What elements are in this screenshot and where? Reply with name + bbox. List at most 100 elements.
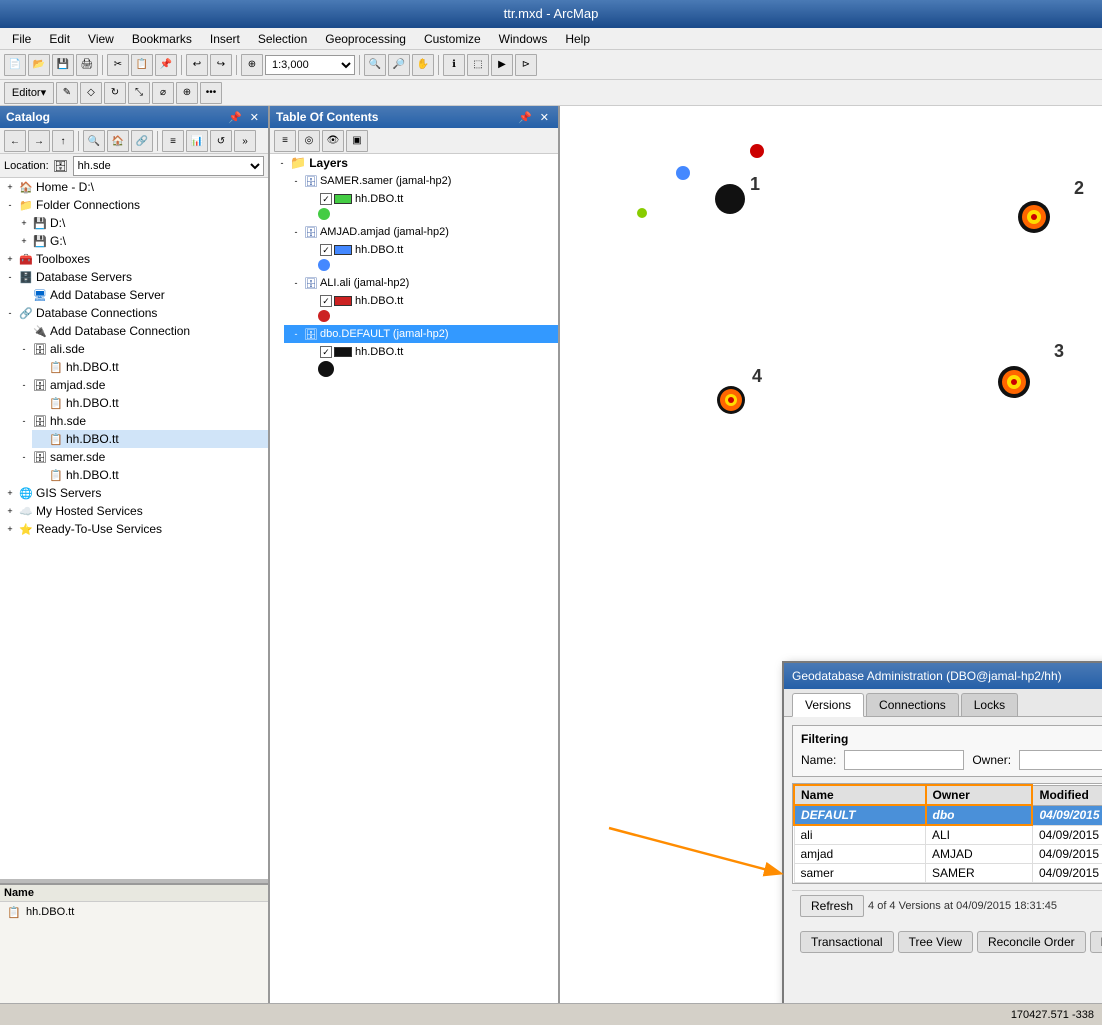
footer-tab-historical[interactable]: Historical bbox=[1090, 931, 1102, 953]
tree-add-db-server[interactable]: 🖥 Add Database Server bbox=[16, 286, 268, 304]
tree-samer-sde[interactable]: - 🗄 samer.sde bbox=[16, 448, 268, 466]
tab-locks[interactable]: Locks bbox=[961, 693, 1018, 716]
tree-g-drive[interactable]: + 💾 G:\ bbox=[16, 232, 268, 250]
tree-db-servers[interactable]: - 🗄️ Database Servers bbox=[0, 268, 268, 286]
editor-split[interactable]: ⌀ bbox=[152, 82, 174, 104]
tree-add-db-conn[interactable]: 🔌 Add Database Connection bbox=[16, 322, 268, 340]
menu-windows[interactable]: Windows bbox=[491, 31, 556, 47]
tree-samer-hh-dbo[interactable]: 📋 hh.DBO.tt bbox=[32, 466, 268, 484]
table-row-amjad[interactable]: amjad AMJAD 04/09/2015 18:30:12 bbox=[794, 845, 1102, 864]
menu-file[interactable]: File bbox=[4, 31, 39, 47]
cat-up[interactable]: ↑ bbox=[52, 130, 74, 152]
samer-dbo-checkbox[interactable] bbox=[320, 193, 332, 205]
location-combo[interactable]: hh.sde bbox=[73, 156, 264, 176]
catalog-pin-btn[interactable]: 📌 bbox=[225, 111, 245, 124]
tb-new[interactable]: 📄 bbox=[4, 54, 26, 76]
editor-dropdown[interactable]: Editor▾ bbox=[4, 82, 54, 104]
cat-more[interactable]: » bbox=[234, 130, 256, 152]
cat-search[interactable]: 🔍 bbox=[83, 130, 105, 152]
toc-vis[interactable]: 👁 bbox=[322, 130, 344, 152]
filter-name-input[interactable] bbox=[844, 750, 964, 770]
toc-ali-dbo-tt[interactable]: hh.DBO.tt bbox=[298, 292, 558, 310]
tree-ready-services[interactable]: + ⭐ Ready-To-Use Services bbox=[0, 520, 268, 538]
toc-close-btn[interactable]: ✕ bbox=[537, 111, 552, 124]
menu-view[interactable]: View bbox=[80, 31, 122, 47]
menu-help[interactable]: Help bbox=[557, 31, 598, 47]
table-row-default[interactable]: DEFAULT dbo 04/09/2015 18:24:41 bbox=[794, 805, 1102, 825]
editor-scale[interactable]: ⤡ bbox=[128, 82, 150, 104]
default-dbo-checkbox[interactable] bbox=[320, 346, 332, 358]
toc-samer-group[interactable]: - 🗄 SAMER.samer (jamal-hp2) bbox=[284, 172, 558, 190]
scale-combo[interactable]: 1:3,000 bbox=[265, 55, 355, 75]
menu-customize[interactable]: Customize bbox=[416, 31, 489, 47]
toc-default-group[interactable]: - 🗄 dbo.DEFAULT (jamal-hp2) bbox=[284, 325, 558, 343]
tree-toolboxes[interactable]: + 🧰 Toolboxes bbox=[0, 250, 268, 268]
editor-more[interactable]: ••• bbox=[200, 82, 222, 104]
menu-insert[interactable]: Insert bbox=[202, 31, 248, 47]
tree-hosted-services[interactable]: + ☁️ My Hosted Services bbox=[0, 502, 268, 520]
menu-bookmarks[interactable]: Bookmarks bbox=[124, 31, 200, 47]
tb-pan[interactable]: ✋ bbox=[412, 54, 434, 76]
toc-default-dbo-tt[interactable]: hh.DBO.tt bbox=[298, 343, 558, 361]
cat-list[interactable]: ≡ bbox=[162, 130, 184, 152]
cat-details[interactable]: 📊 bbox=[186, 130, 208, 152]
tb-zoom-out[interactable]: 🔎 bbox=[388, 54, 410, 76]
tree-hh-hh-dbo[interactable]: 📋 hh.DBO.tt bbox=[32, 430, 268, 448]
toc-pin-btn[interactable]: 📌 bbox=[515, 111, 535, 124]
name-item-hh-dbo-tt[interactable]: 📋 hh.DBO.tt bbox=[0, 902, 268, 922]
menu-geoprocessing[interactable]: Geoprocessing bbox=[317, 31, 414, 47]
tree-db-connections[interactable]: - 🔗 Database Connections bbox=[0, 304, 268, 322]
tb-identify[interactable]: ℹ bbox=[443, 54, 465, 76]
tb-more1[interactable]: ▶ bbox=[491, 54, 513, 76]
cat-home[interactable]: 🏠 bbox=[107, 130, 129, 152]
tree-gis-servers[interactable]: + 🌐 GIS Servers bbox=[0, 484, 268, 502]
table-row-ali[interactable]: ali ALI 04/09/2015 18:30:22 bbox=[794, 825, 1102, 845]
editor-edit[interactable]: ✎ bbox=[56, 82, 78, 104]
table-row-samer[interactable]: samer SAMER 04/09/2015 18:30:31 bbox=[794, 864, 1102, 883]
editor-merge[interactable]: ⊕ bbox=[176, 82, 198, 104]
tb-redo[interactable]: ↪ bbox=[210, 54, 232, 76]
tree-home[interactable]: + 🏠 Home - D:\ bbox=[0, 178, 268, 196]
tree-amjad-sde[interactable]: - 🗄 amjad.sde bbox=[16, 376, 268, 394]
tb-save[interactable]: 💾 bbox=[52, 54, 74, 76]
tab-connections[interactable]: Connections bbox=[866, 693, 959, 716]
cat-refresh[interactable]: ↺ bbox=[210, 130, 232, 152]
tab-versions[interactable]: Versions bbox=[792, 693, 864, 717]
toc-layers-root[interactable]: - 📁 Layers bbox=[270, 154, 558, 172]
map-area[interactable]: 1 2 4 bbox=[560, 106, 1102, 1003]
tree-hh-sde[interactable]: - 🗄 hh.sde bbox=[16, 412, 268, 430]
ali-dbo-checkbox[interactable] bbox=[320, 295, 332, 307]
cat-connect[interactable]: 🔗 bbox=[131, 130, 153, 152]
tree-d-drive[interactable]: + 💾 D:\ bbox=[16, 214, 268, 232]
filter-owner-combo[interactable] bbox=[1019, 750, 1102, 770]
footer-tab-reconcile[interactable]: Reconcile Order bbox=[977, 931, 1086, 953]
tb-undo[interactable]: ↩ bbox=[186, 54, 208, 76]
toc-amjad-dbo-tt[interactable]: hh.DBO.tt bbox=[298, 241, 558, 259]
tb-copy[interactable]: 📋 bbox=[131, 54, 153, 76]
footer-tab-tree-view[interactable]: Tree View bbox=[898, 931, 973, 953]
tb-zoom-in[interactable]: 🔍 bbox=[364, 54, 386, 76]
editor-vertex[interactable]: ◇ bbox=[80, 82, 102, 104]
toc-source[interactable]: ◎ bbox=[298, 130, 320, 152]
refresh-button[interactable]: Refresh bbox=[800, 895, 864, 917]
menu-selection[interactable]: Selection bbox=[250, 31, 315, 47]
editor-rotate[interactable]: ↻ bbox=[104, 82, 126, 104]
toc-sel[interactable]: ▣ bbox=[346, 130, 368, 152]
tb-print[interactable]: 🖨 bbox=[76, 54, 98, 76]
toc-ali-group[interactable]: - 🗄 ALI.ali (jamal-hp2) bbox=[284, 274, 558, 292]
cat-back[interactable]: ← bbox=[4, 130, 26, 152]
toc-list[interactable]: ≡ bbox=[274, 130, 296, 152]
amjad-dbo-checkbox[interactable] bbox=[320, 244, 332, 256]
footer-tab-transactional[interactable]: Transactional bbox=[800, 931, 894, 953]
tb-paste[interactable]: 📌 bbox=[155, 54, 177, 76]
menu-edit[interactable]: Edit bbox=[41, 31, 78, 47]
tb-cut[interactable]: ✂ bbox=[107, 54, 129, 76]
tree-amjad-hh-dbo[interactable]: 📋 hh.DBO.tt bbox=[32, 394, 268, 412]
cat-fwd[interactable]: → bbox=[28, 130, 50, 152]
toc-amjad-group[interactable]: - 🗄 AMJAD.amjad (jamal-hp2) bbox=[284, 223, 558, 241]
tree-ali-sde[interactable]: - 🗄 ali.sde bbox=[16, 340, 268, 358]
toc-samer-dbo-tt[interactable]: hh.DBO.tt bbox=[298, 190, 558, 208]
tb-select[interactable]: ⬚ bbox=[467, 54, 489, 76]
tb-pointer[interactable]: ⊕ bbox=[241, 54, 263, 76]
tree-folder-conn[interactable]: - 📁 Folder Connections bbox=[0, 196, 268, 214]
